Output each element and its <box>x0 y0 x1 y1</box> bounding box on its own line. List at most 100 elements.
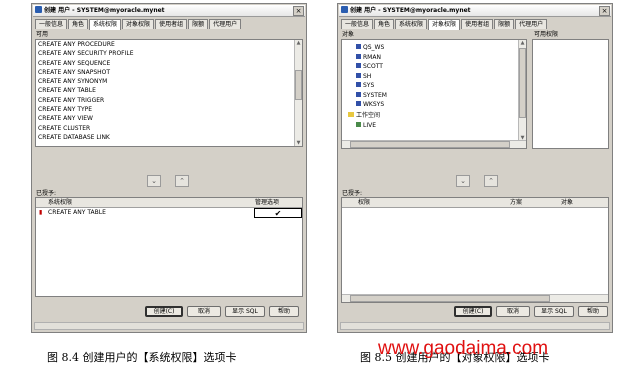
tab-consumer-groups[interactable]: 使用者组 <box>155 19 188 29</box>
list-item[interactable]: CREATE ANY VIEW <box>36 114 302 123</box>
admin-option-checkbox[interactable]: ✔ <box>254 208 302 218</box>
privilege-items: CREATE ANY PROCEDURE CREATE ANY SECURITY… <box>36 40 302 142</box>
tab-object-privileges[interactable]: 对象权限 <box>428 19 461 30</box>
tab-quotas[interactable]: 限额 <box>188 19 209 29</box>
create-button[interactable]: 创建(C) <box>454 306 492 317</box>
chevron-up-icon: ⌃ <box>488 177 494 185</box>
chevron-up-icon: ⌃ <box>179 177 185 185</box>
horizontal-scrollbar[interactable] <box>342 140 526 148</box>
user-icon <box>356 82 361 87</box>
table-row[interactable]: ▮ CREATE ANY TABLE ✔ <box>36 208 302 218</box>
list-item[interactable]: CREATE ANY PROCEDURE <box>36 40 302 49</box>
scroll-thumb[interactable] <box>350 141 510 148</box>
scroll-down-icon[interactable]: ▼ <box>295 140 302 146</box>
list-item[interactable]: CREATE DATABASE LINK <box>36 133 302 142</box>
column-header-admin-option: 管理选项 <box>255 199 280 206</box>
scroll-up-icon[interactable]: ▲ <box>519 40 526 46</box>
vertical-scrollbar[interactable]: ▲ ▼ <box>518 40 526 141</box>
title-bar: 创建 用户 - SYSTEM@myoracle.mynet × <box>33 5 305 17</box>
list-item[interactable]: CREATE ANY SEQUENCE <box>36 59 302 68</box>
tab-proxy-users[interactable]: 代理用户 <box>515 19 548 29</box>
tab-system-privileges[interactable]: 系统权限 <box>395 19 428 29</box>
scroll-up-icon[interactable]: ▲ <box>295 40 302 46</box>
tree-folder-node[interactable]: 工作空间 LIVE <box>348 111 380 130</box>
objects-label: 对象 <box>342 31 355 38</box>
window-title: 创建 用户 - SYSTEM@myoracle.mynet <box>350 7 471 14</box>
tab-roles[interactable]: 角色 <box>374 19 395 29</box>
create-button[interactable]: 创建(C) <box>145 306 183 317</box>
available-privileges-list[interactable]: CREATE ANY PROCEDURE CREATE ANY SECURITY… <box>35 39 303 147</box>
tree-item-schema[interactable]: SYS <box>356 81 387 91</box>
user-icon <box>356 72 361 78</box>
tab-system-privileges[interactable]: 系统权限 <box>89 19 122 30</box>
move-up-button[interactable]: ⌃ <box>175 175 189 187</box>
chevron-down-icon: ⌄ <box>460 177 466 185</box>
user-icon <box>356 91 361 97</box>
tree-folder-label: 工作空间 <box>356 112 381 119</box>
column-header-privilege: 权限 <box>358 199 371 206</box>
tab-general[interactable]: 一般信息 <box>341 19 374 29</box>
status-bar <box>34 322 304 330</box>
app-logo-icon <box>341 6 348 13</box>
show-sql-button[interactable]: 显示 SQL <box>225 306 265 317</box>
watermark: www.gaodaima.com <box>378 338 549 359</box>
move-up-button[interactable]: ⌃ <box>484 175 498 187</box>
list-item[interactable]: CREATE ANY TYPE <box>36 105 302 114</box>
tree-item-schema[interactable]: QS_WS <box>356 43 387 53</box>
move-down-button[interactable]: ⌄ <box>456 175 470 187</box>
show-sql-button[interactable]: 显示 SQL <box>534 306 574 317</box>
objects-tree[interactable]: QS_WS RMAN SCOTT SH SYS SYSTEM WKSYS 工作空… <box>341 39 527 149</box>
vertical-scrollbar[interactable]: ▲ ▼ <box>294 40 302 146</box>
help-button[interactable]: 帮助 <box>578 306 608 317</box>
tree-items: QS_WS RMAN SCOTT SH SYS SYSTEM WKSYS <box>356 43 387 110</box>
grid-header: 系统权限 管理选项 <box>36 198 302 208</box>
tab-proxy-users[interactable]: 代理用户 <box>209 19 242 29</box>
column-header-object: 对象 <box>561 199 574 206</box>
close-icon[interactable]: × <box>293 6 304 16</box>
title-bar: 创建 用户 - SYSTEM@myoracle.mynet × <box>339 5 611 17</box>
tab-roles[interactable]: 角色 <box>68 19 89 29</box>
create-user-window-object-privileges: 创建 用户 - SYSTEM@myoracle.mynet × 一般信息 角色 … <box>337 3 613 333</box>
tab-bar: 一般信息 角色 系统权限 对象权限 使用者组 限额 代理用户 <box>35 19 242 30</box>
close-icon[interactable]: × <box>599 6 610 16</box>
move-down-button[interactable]: ⌄ <box>147 175 161 187</box>
scroll-thumb[interactable] <box>295 70 302 100</box>
figure-caption-left: 图 8.4 创建用户的【系统权限】选项卡 <box>47 351 237 364</box>
app-logo-icon <box>35 6 42 13</box>
available-privileges-label: 可用权限 <box>534 31 559 38</box>
window-title: 创建 用户 - SYSTEM@myoracle.mynet <box>44 7 165 14</box>
user-icon <box>356 63 361 68</box>
scroll-thumb[interactable] <box>519 48 526 118</box>
granted-privileges-grid[interactable]: 系统权限 管理选项 ▮ CREATE ANY TABLE ✔ <box>35 197 303 297</box>
cancel-button[interactable]: 取消 <box>496 306 530 317</box>
tree-item-schema[interactable]: SH <box>356 72 387 82</box>
column-header-privilege: 系统权限 <box>48 199 73 206</box>
list-item[interactable]: CREATE ANY SECURITY PROFILE <box>36 49 302 58</box>
tab-object-privileges[interactable]: 对象权限 <box>122 19 155 29</box>
status-bar <box>340 322 610 330</box>
scroll-thumb[interactable] <box>350 295 550 302</box>
tree-item-schema[interactable]: SCOTT <box>356 62 387 72</box>
tab-quotas[interactable]: 限额 <box>494 19 515 29</box>
workspace-icon <box>356 121 361 127</box>
user-icon <box>356 101 361 106</box>
available-privileges-list[interactable] <box>532 39 609 149</box>
list-item[interactable]: CREATE ANY TABLE <box>36 86 302 95</box>
tree-item-schema[interactable]: WKSYS <box>356 100 387 110</box>
tree-item-schema[interactable]: RMAN <box>356 53 387 63</box>
list-item[interactable]: CREATE ANY SYNONYM <box>36 77 302 86</box>
help-button[interactable]: 帮助 <box>269 306 299 317</box>
list-item[interactable]: CREATE ANY TRIGGER <box>36 96 302 105</box>
tree-item-workspace[interactable]: LIVE <box>348 121 380 131</box>
tab-general[interactable]: 一般信息 <box>35 19 68 29</box>
granted-object-privileges-grid[interactable]: 权限 方案 对象 <box>341 197 609 303</box>
tree-item-schema[interactable]: SYSTEM <box>356 91 387 101</box>
grid-header: 权限 方案 对象 <box>342 198 608 208</box>
tab-consumer-groups[interactable]: 使用者组 <box>461 19 494 29</box>
list-item[interactable]: CREATE ANY SNAPSHOT <box>36 68 302 77</box>
horizontal-scrollbar[interactable] <box>342 294 608 302</box>
user-icon <box>356 44 361 49</box>
granted-privilege-cell: CREATE ANY TABLE <box>48 209 106 216</box>
list-item[interactable]: CREATE CLUSTER <box>36 124 302 133</box>
cancel-button[interactable]: 取消 <box>187 306 221 317</box>
